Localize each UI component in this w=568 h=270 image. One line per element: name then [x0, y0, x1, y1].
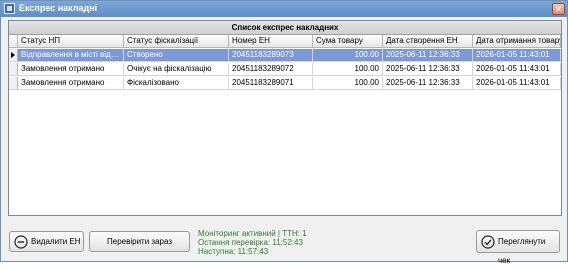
cell-np-status[interactable]: Відправлення в місті відпр...: [18, 49, 124, 62]
close-icon: ✕: [554, 4, 563, 14]
app-icon: [4, 3, 15, 14]
column-header-amount[interactable]: Сума товару: [313, 35, 383, 48]
cell-received-date[interactable]: 2026-01-05 11:43:01: [473, 77, 561, 90]
waybills-grid[interactable]: Список експрес накладних Статус НП Стату…: [8, 20, 562, 216]
cell-waybill-number[interactable]: 20451183289073: [229, 49, 313, 62]
monitoring-status: Моніторинг активний | ТТН: 1: [198, 229, 307, 238]
delete-waybill-button[interactable]: Видалити ЕН: [9, 231, 84, 252]
current-row-arrow-icon: [11, 52, 15, 58]
title-bar[interactable]: Експрес накладні ✕: [1, 1, 567, 17]
grid-caption: Список експрес накладних: [9, 21, 561, 35]
window-title: Експрес накладні: [19, 3, 98, 13]
cell-created-date[interactable]: 2025-06-11 12:36:33: [383, 77, 473, 90]
row-selector[interactable]: [9, 49, 18, 62]
cell-amount[interactable]: 100.00: [313, 77, 383, 90]
cell-fiscal-status[interactable]: Фіскалізовано: [124, 77, 229, 90]
row-selector[interactable]: [9, 77, 18, 90]
delete-waybill-label: Видалити ЕН: [31, 237, 81, 246]
cell-received-date[interactable]: 2026-01-05 11:43:01: [473, 49, 561, 62]
cell-amount[interactable]: 100.00: [313, 63, 383, 76]
check-circle-icon: [481, 235, 495, 249]
minus-circle-icon: [14, 235, 28, 249]
close-button[interactable]: ✕: [552, 3, 565, 15]
cell-created-date[interactable]: 2025-06-11 12:36:33: [383, 63, 473, 76]
check-now-button[interactable]: Перевірити зараз: [89, 231, 190, 252]
cell-waybill-number[interactable]: 20451183289072: [229, 63, 313, 76]
last-check-time: Остання перевірка: 11:52:43: [198, 238, 303, 247]
express-waybills-window: Експрес накладні ✕ Список експрес наклад…: [0, 0, 568, 265]
cell-amount[interactable]: 100.00: [313, 49, 383, 62]
cell-created-date[interactable]: 2025-06-11 12:36:33: [383, 49, 473, 62]
view-receipt-button[interactable]: Переглянути чек: [476, 230, 560, 265]
row-selector[interactable]: [9, 63, 18, 76]
cell-fiscal-status[interactable]: Створено: [124, 49, 229, 62]
cell-waybill-number[interactable]: 20451183289071: [229, 77, 313, 90]
column-header-fiscal-status[interactable]: Статус фіскалізації: [124, 35, 229, 48]
column-header-np-status[interactable]: Статус НП: [18, 35, 124, 48]
cell-fiscal-status[interactable]: Очікує на фіскалізацію: [124, 63, 229, 76]
row-selector-header: [9, 35, 18, 48]
cell-received-date[interactable]: 2026-01-05 11:43:01: [473, 63, 561, 76]
next-check-time: Наступна: 11:57:43: [198, 247, 269, 256]
column-header-received-date[interactable]: Дата отримання товару: [473, 35, 561, 48]
column-header-created-date[interactable]: Дата створення ЕН: [383, 35, 473, 48]
check-now-label: Перевірити зараз: [107, 237, 172, 246]
view-receipt-label: Переглянути чек: [498, 237, 546, 265]
column-header-waybill-number[interactable]: Номер ЕН: [229, 35, 313, 48]
cell-np-status[interactable]: Замовлення отримано: [18, 63, 124, 76]
cell-np-status[interactable]: Замовлення отримано: [18, 77, 124, 90]
